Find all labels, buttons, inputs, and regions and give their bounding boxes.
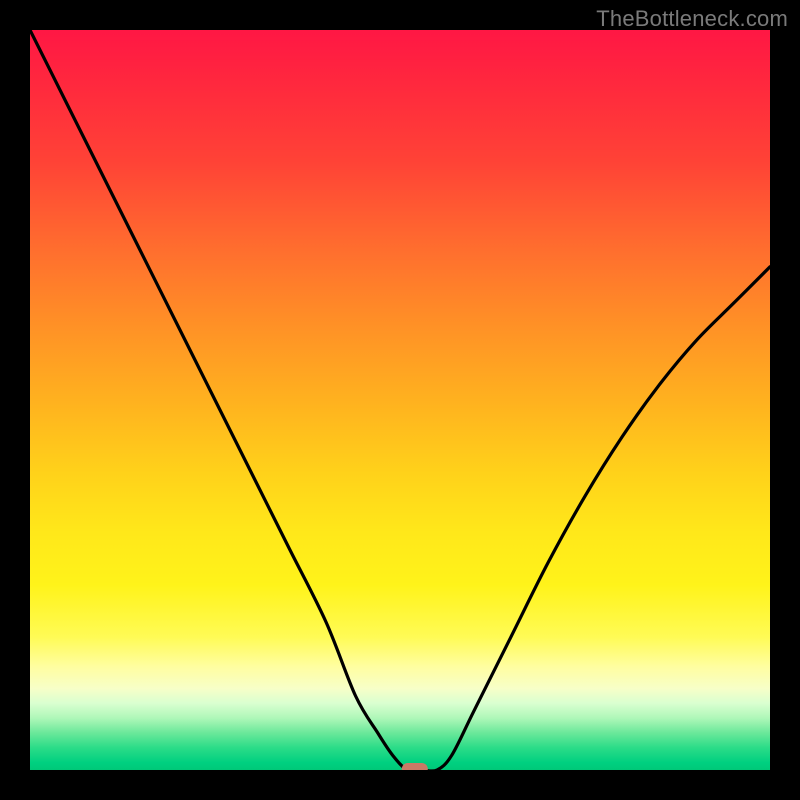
bottleneck-curve	[30, 30, 770, 770]
min-marker	[402, 763, 428, 770]
chart-stage: TheBottleneck.com	[0, 0, 800, 800]
curve-layer	[30, 30, 770, 770]
watermark-text: TheBottleneck.com	[596, 6, 788, 32]
plot-area	[30, 30, 770, 770]
